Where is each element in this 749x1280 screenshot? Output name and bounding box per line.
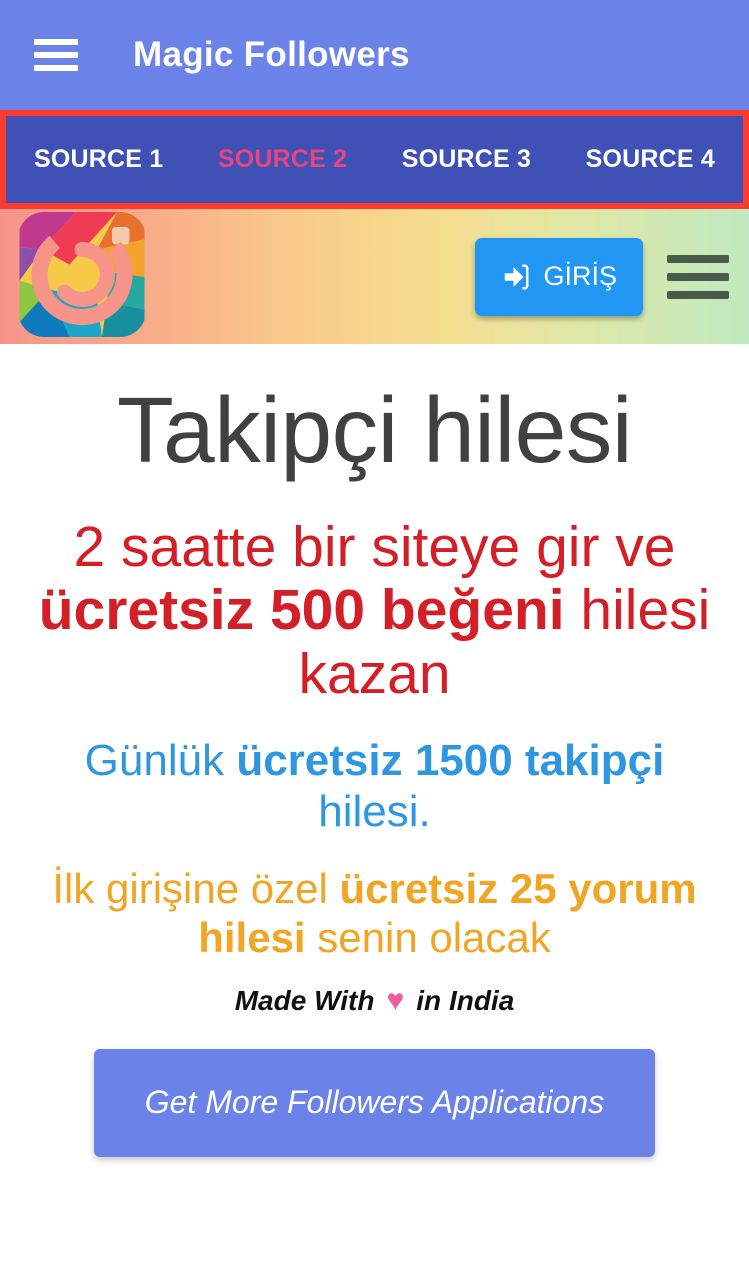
- tab-source-1[interactable]: SOURCE 1: [34, 145, 163, 174]
- tab-bar-annotation-highlight: SOURCE 1 SOURCE 2 SOURCE 3 SOURCE 4: [0, 110, 749, 209]
- tab-source-2[interactable]: SOURCE 2: [218, 145, 347, 174]
- cta-container: Get More Followers Applications: [14, 1048, 735, 1157]
- source-tab-bar: SOURCE 1 SOURCE 2 SOURCE 3 SOURCE 4: [6, 116, 743, 203]
- hamburger-bar: [667, 290, 729, 299]
- app-title: Magic Followers: [133, 35, 410, 74]
- hamburger-bar: [667, 272, 729, 281]
- website-header: GİRİŞ: [0, 209, 749, 344]
- heart-icon: ♥: [386, 983, 405, 1017]
- promo-blue-prefix: Günlük: [84, 736, 237, 786]
- promo-text-blue: Günlük ücretsiz 1500 takipçi hilesi.: [14, 735, 735, 837]
- login-button-label: GİRİŞ: [543, 261, 617, 291]
- made-with-suffix: in India: [416, 984, 515, 1016]
- page-title: Takipçi hilesi: [116, 378, 633, 482]
- hamburger-bar: [667, 254, 729, 263]
- promo-blue-bold: ücretsiz 1500 takipçi: [236, 736, 665, 786]
- hamburger-bar: [34, 52, 78, 58]
- promo-text-orange: İlk girişine özel ücretsiz 25 yorum hile…: [14, 865, 735, 962]
- hamburger-bar: [34, 65, 78, 71]
- app-bar: Magic Followers: [0, 0, 749, 110]
- hamburger-bar: [34, 39, 78, 45]
- site-logo-icon[interactable]: [18, 212, 146, 337]
- promo-orange-suffix: senin olacak: [305, 913, 551, 961]
- promo-red-prefix: 2 saatte bir siteye gir ve: [73, 514, 676, 579]
- tab-source-3[interactable]: SOURCE 3: [402, 145, 531, 174]
- promo-blue-suffix: hilesi.: [318, 787, 431, 837]
- made-with-prefix: Made With: [234, 984, 375, 1016]
- promo-text-red: 2 saatte bir siteye gir ve ücretsiz 500 …: [14, 514, 735, 707]
- tab-source-4[interactable]: SOURCE 4: [586, 145, 715, 174]
- promo-orange-prefix: İlk girişine özel: [52, 865, 340, 913]
- get-more-followers-button[interactable]: Get More Followers Applications: [94, 1048, 655, 1157]
- made-with-credit: Made With ♥ in India: [14, 985, 735, 1017]
- website-menu-icon[interactable]: [667, 254, 729, 299]
- hamburger-menu-icon[interactable]: [34, 39, 78, 71]
- page-content: Takipçi hilesi 2 saatte bir siteye gir v…: [0, 378, 749, 1157]
- login-button[interactable]: GİRİŞ: [475, 237, 643, 316]
- sign-in-arrow-icon: [501, 262, 531, 292]
- promo-red-bold: ücretsiz 500 beğeni: [38, 578, 565, 643]
